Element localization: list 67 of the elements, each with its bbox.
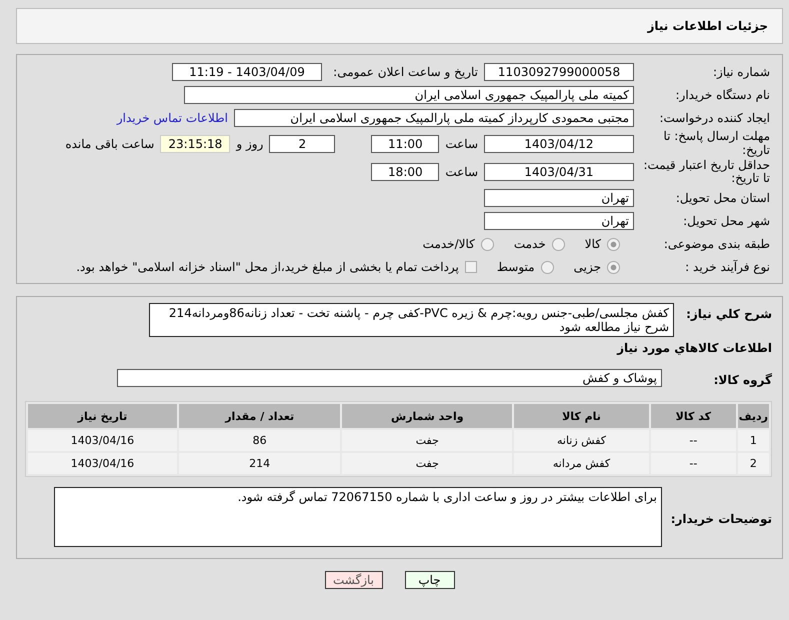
need-number-field: 1103092799000058	[484, 63, 634, 81]
field-label: تاریخ و ساعت اعلان عمومی:	[332, 65, 478, 79]
column-header: کد کالا	[650, 404, 736, 428]
radio-button[interactable]	[607, 238, 620, 251]
radio-button[interactable]	[552, 238, 565, 251]
field-label: نام دستگاه خریدار:	[674, 88, 770, 102]
print-button[interactable]: چاپ	[404, 571, 454, 590]
table-cell: 214	[178, 453, 340, 474]
radio-button[interactable]	[480, 238, 494, 251]
table-cell: 1	[738, 430, 769, 452]
column-header: نام کالا	[514, 404, 649, 428]
announce-date-field: 1403/04/09 - 11:19	[172, 63, 322, 81]
description-textarea[interactable]: کفش مجلسی/طبی-جنس رویه:چرم & زیره PVC-کفی چرم - پاشنه تخت - تعداد زنانه86ومردانه214 شرح نیاز مطالعه شود	[149, 303, 674, 338]
table-cell: 1403/04/16	[28, 453, 177, 474]
field-label: حداقل تاریخ اعتبار قیمت: تا تاریخ:	[642, 158, 770, 186]
date-field: 1403/04/31	[484, 163, 634, 182]
checkbox-label: پرداخت تمام یا بخشی از مبلغ خرید،از محل "اسناد خزانه اسلامی" خواهد بود.	[76, 260, 459, 274]
radio-label: خدمت	[514, 237, 546, 252]
field-label: شهر محل تحویل:	[682, 214, 770, 228]
requester-field: مجتبی محمودی کارپرداز کمیته ملی پارالمپیک جمهوری اسلامی ایران	[234, 109, 634, 127]
radio-button[interactable]	[540, 260, 554, 274]
time-label: ساعت	[445, 165, 478, 180]
column-header: واحد شمارش	[342, 404, 512, 428]
table-cell: 2	[738, 453, 769, 474]
time-field: 11:00	[371, 134, 440, 153]
city-field: تهران	[484, 212, 634, 230]
table-cell: جفت	[342, 453, 512, 474]
field-label: استان محل تحویل:	[674, 191, 770, 206]
buyer-notes-textarea[interactable]: برای اطلاعات بیشتر در روز و ساعت اداری با شماره 72067150 تماس گرفته شود.	[54, 487, 662, 548]
column-header: ردیف	[738, 404, 769, 428]
radio-label: کالا	[584, 237, 601, 252]
goods-group-field: پوشاک و کفش	[117, 369, 662, 388]
table-cell: کفش مردانه	[514, 453, 649, 474]
table-cell: --	[650, 453, 736, 474]
column-header: تعداد / مقدار	[178, 404, 340, 428]
field-label: ایجاد کننده درخواست:	[658, 111, 770, 125]
table-cell: کفش زنانه	[514, 430, 649, 452]
table-cell: 1403/04/16	[28, 430, 177, 452]
table-cell: جفت	[342, 430, 512, 452]
province-field: تهران	[484, 189, 634, 208]
buyer-contact-link[interactable]: اطلاعات تماس خریدار	[116, 111, 228, 125]
table-cell: 86	[178, 430, 340, 452]
time-field: 18:00	[371, 163, 440, 182]
column-header: تاریخ نیاز	[28, 404, 177, 428]
field-label: توضیحات خریدار:	[670, 511, 772, 526]
section-heading: اطلاعات کالاهاي مورد نياز	[616, 341, 772, 356]
field-label: مهلت ارسال پاسخ: تا تاریخ:	[662, 130, 770, 158]
time-label: ساعت	[445, 136, 478, 151]
table-cell: --	[650, 430, 736, 452]
days-label: روز و	[236, 136, 264, 151]
field-label: شماره نیاز:	[712, 65, 770, 79]
radio-label: متوسط	[496, 260, 535, 274]
remaining-label: ساعت باقی مانده	[65, 136, 154, 151]
days-field: 2	[269, 134, 336, 153]
field-label: گروه کالا:	[712, 372, 772, 388]
checkbox[interactable]	[464, 261, 477, 274]
remaining-time-field: 23:15:18	[160, 134, 230, 153]
page-title: جزئیات اطلاعات نیاز	[647, 19, 768, 33]
buyer-org-field: کمیته ملی پارالمپیک جمهوری اسلامی ایران	[184, 86, 634, 104]
field-label: شرح کلي نياز:	[685, 306, 772, 322]
radio-label: کالا/خدمت	[422, 237, 475, 252]
field-label: نوع فرآیند خرید :	[684, 260, 770, 274]
radio-button[interactable]	[607, 260, 620, 274]
back-button[interactable]: بازگشت	[324, 571, 382, 590]
radio-label: جزیی	[574, 260, 601, 274]
field-label: طبقه بندی موضوعی:	[662, 237, 770, 252]
date-field: 1403/04/12	[484, 134, 634, 153]
